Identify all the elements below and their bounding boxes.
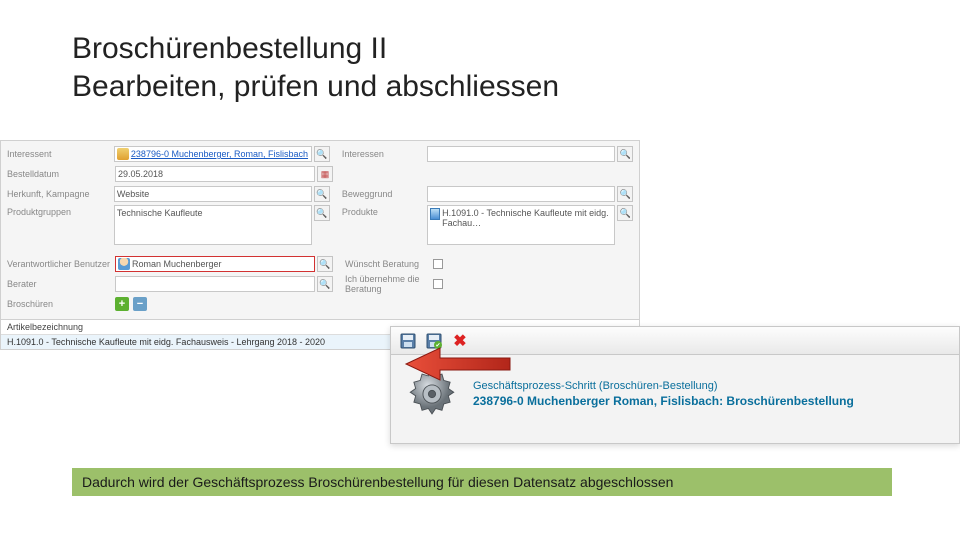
form-panel: Interessent 238796-0 Muchenberger, Roman…	[0, 140, 640, 350]
remove-icon[interactable]: −	[133, 297, 147, 311]
row-produktgruppen: Produktgruppen Technische Kaufleute 🔍 Pr…	[7, 205, 633, 247]
gear-icon	[403, 365, 461, 423]
footer-note: Dadurch wird der Geschäftsprozess Brosch…	[72, 468, 892, 496]
save-button[interactable]	[397, 330, 419, 352]
process-step-label: Geschäftsprozess-Schritt (Broschüren-Bes…	[473, 380, 854, 392]
label-bestelldatum: Bestelldatum	[7, 169, 115, 179]
save-and-complete-button[interactable]: ✔	[423, 330, 445, 352]
row-broschueren: Broschüren + −	[7, 295, 633, 313]
lookup-icon[interactable]: 🔍	[314, 205, 330, 221]
calendar-icon[interactable]: ▦	[317, 166, 333, 182]
label-produkte: Produkte	[342, 205, 427, 217]
label-produktgruppen: Produktgruppen	[7, 205, 114, 245]
field-herkunft[interactable]: Website	[114, 186, 312, 202]
field-berater[interactable]	[115, 276, 315, 292]
label-beweggrund: Beweggrund	[342, 189, 427, 199]
checkbox-wunschtberatung[interactable]	[433, 259, 443, 269]
lookup-icon[interactable]: 🔍	[314, 186, 330, 202]
row-herkunft: Herkunft, Kampagne Website 🔍 Beweggrund …	[7, 185, 633, 203]
cancel-button[interactable]: ✖	[449, 330, 471, 352]
row-verantwortlicher: Verantwortlicher Benutzer Roman Muchenbe…	[7, 255, 633, 273]
verantwortlicher-value: Roman Muchenberger	[132, 259, 222, 269]
field-produktgruppen[interactable]: Technische Kaufleute	[114, 205, 312, 245]
user-icon	[118, 258, 130, 270]
field-verantwortlicher[interactable]: Roman Muchenberger	[115, 256, 315, 272]
add-icon[interactable]: +	[115, 297, 129, 311]
interessent-link[interactable]: 238796-0 Muchenberger, Roman, Fislisbach	[131, 149, 308, 159]
field-beweggrund[interactable]	[427, 186, 615, 202]
lookup-icon[interactable]: 🔍	[617, 146, 633, 162]
svg-text:✔: ✔	[435, 343, 440, 349]
row-bestelldatum: Bestelldatum 29.05.2018 ▦	[7, 165, 633, 183]
label-interessen: Interessen	[342, 149, 427, 159]
document-icon	[430, 208, 440, 220]
process-text: Geschäftsprozess-Schritt (Broschüren-Bes…	[473, 380, 854, 408]
label-ichuebernehme: Ich übernehme die Beratung	[345, 274, 431, 294]
lookup-icon[interactable]: 🔍	[617, 186, 633, 202]
produkte-value: H.1091.0 - Technische Kaufleute mit eidg…	[442, 208, 612, 228]
field-interessen[interactable]	[427, 146, 615, 162]
process-toolbar: ✔ ✖	[391, 327, 959, 355]
checkbox-ichuebernehme[interactable]	[433, 279, 443, 289]
slide-title: Broschürenbestellung II	[72, 32, 387, 66]
lookup-icon[interactable]: 🔍	[314, 146, 330, 162]
process-panel: ✔ ✖ Geschäftsprozess-Schritt (Broschüren…	[390, 326, 960, 444]
process-record-title: 238796-0 Muchenberger Roman, Fislisbach:…	[473, 394, 854, 408]
slide-subtitle: Bearbeiten, prüfen und abschliessen	[72, 70, 559, 104]
lookup-icon[interactable]: 🔍	[317, 256, 333, 272]
contact-icon	[117, 148, 129, 160]
row-berater: Berater 🔍 Ich übernehme die Beratung	[7, 275, 633, 293]
label-broschueren: Broschüren	[7, 299, 115, 309]
field-produkte[interactable]: H.1091.0 - Technische Kaufleute mit eidg…	[427, 205, 615, 245]
field-bestelldatum[interactable]: 29.05.2018	[115, 166, 315, 182]
label-interessent: Interessent	[7, 149, 114, 159]
label-wunschtberatung: Wünscht Beratung	[345, 259, 431, 269]
label-herkunft: Herkunft, Kampagne	[7, 189, 114, 199]
row-interessent: Interessent 238796-0 Muchenberger, Roman…	[7, 145, 633, 163]
label-verantwortlicher: Verantwortlicher Benutzer	[7, 259, 115, 269]
lookup-icon[interactable]: 🔍	[317, 276, 333, 292]
label-berater: Berater	[7, 279, 115, 289]
field-interessent[interactable]: 238796-0 Muchenberger, Roman, Fislisbach	[114, 146, 312, 162]
lookup-icon[interactable]: 🔍	[617, 205, 633, 221]
